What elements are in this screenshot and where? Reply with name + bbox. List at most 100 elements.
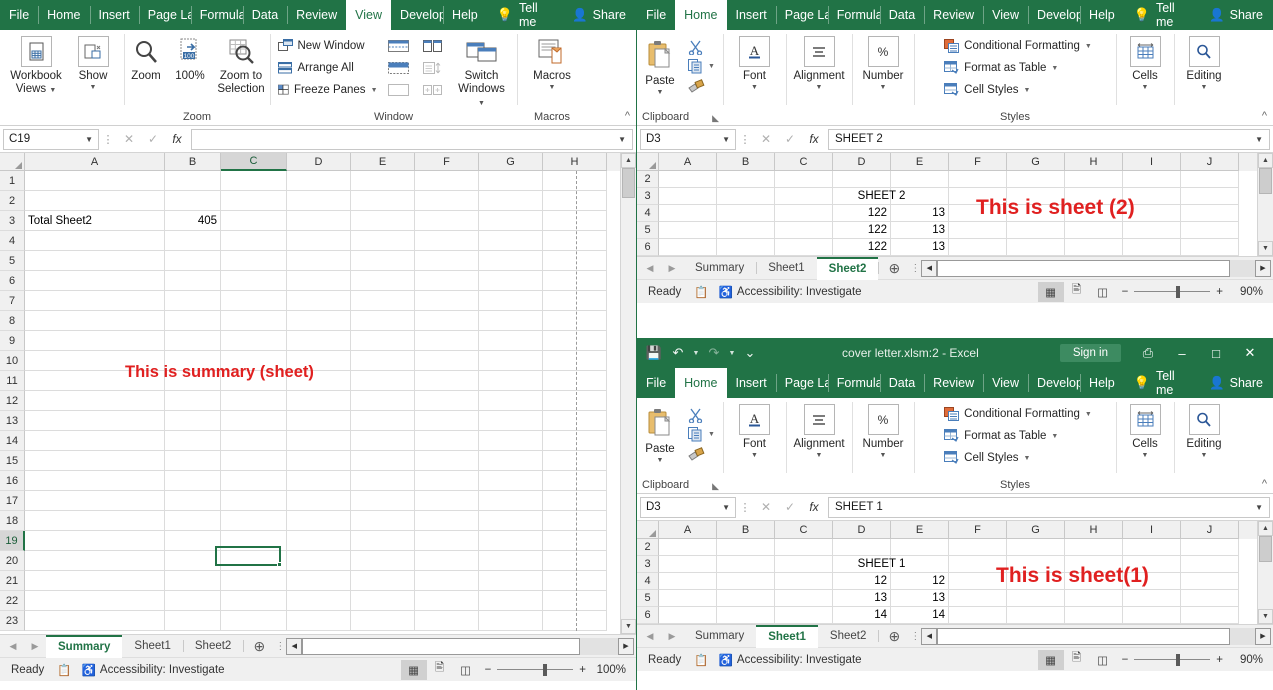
horizontal-scrollbar-mid[interactable]: ◀ ▶ bbox=[921, 259, 1271, 277]
row-header-14[interactable]: 14 bbox=[0, 431, 25, 451]
cell-F6[interactable] bbox=[949, 607, 1007, 624]
cell-A5[interactable] bbox=[25, 251, 165, 271]
cell-G19[interactable] bbox=[479, 531, 543, 551]
cell-C13[interactable] bbox=[221, 411, 287, 431]
cell-D2[interactable] bbox=[833, 539, 891, 556]
cell-D10[interactable] bbox=[287, 351, 351, 371]
conditional-formatting-button[interactable]: Conditional Formatting ▼ bbox=[940, 35, 1096, 57]
cells-bottom[interactable]: SHEET 1 12 12 13 13 14 14 This is sheet(1) bbox=[659, 539, 1258, 624]
cell-F21[interactable] bbox=[415, 571, 479, 591]
cell-J6[interactable] bbox=[1181, 607, 1239, 624]
cell-C6[interactable] bbox=[775, 607, 833, 624]
row-header-2[interactable]: 2 bbox=[637, 171, 659, 188]
cell-H15[interactable] bbox=[543, 451, 607, 471]
cell-E11[interactable] bbox=[351, 371, 415, 391]
tab-developer[interactable]: Develop bbox=[1028, 0, 1080, 30]
tab-page-layout[interactable]: Page Lay bbox=[775, 368, 828, 398]
cell-H2[interactable] bbox=[1065, 171, 1123, 188]
split-button[interactable] bbox=[382, 35, 416, 57]
cell-G4[interactable] bbox=[1007, 573, 1065, 590]
tab-page-layout[interactable]: Page Lay bbox=[775, 0, 828, 30]
zoom-in-button[interactable]: + bbox=[1216, 654, 1223, 666]
row-header-4[interactable]: 4 bbox=[637, 205, 659, 222]
redo-icon[interactable]: ↷ bbox=[703, 342, 725, 364]
cell-D9[interactable] bbox=[287, 331, 351, 351]
cell-B4[interactable] bbox=[165, 231, 221, 251]
cell-E9[interactable] bbox=[351, 331, 415, 351]
scroll-down-button[interactable]: ▼ bbox=[1258, 609, 1273, 624]
cell-I5[interactable] bbox=[1123, 590, 1181, 607]
cell-H3[interactable] bbox=[1065, 188, 1123, 205]
reset-window-position-button[interactable] bbox=[416, 79, 450, 101]
row-header-18[interactable]: 18 bbox=[0, 511, 25, 531]
row-header-15[interactable]: 15 bbox=[0, 451, 25, 471]
tab-home[interactable]: Home bbox=[675, 0, 727, 30]
cell-E6[interactable] bbox=[351, 271, 415, 291]
cell-F15[interactable] bbox=[415, 451, 479, 471]
tab-view[interactable]: View bbox=[983, 368, 1028, 398]
cell-A13[interactable] bbox=[25, 411, 165, 431]
cell-D2[interactable] bbox=[833, 171, 891, 188]
cell-F6[interactable] bbox=[415, 271, 479, 291]
prev-sheet-arrow[interactable]: ◀ bbox=[2, 641, 24, 652]
column-header-I[interactable]: I bbox=[1123, 521, 1181, 539]
cell-C3[interactable] bbox=[221, 211, 287, 231]
cell-H18[interactable] bbox=[543, 511, 607, 531]
cell-F5[interactable] bbox=[949, 590, 1007, 607]
cells-mid[interactable]: SHEET 2 122 13 122 13 122 13 This is sheet (2) bbox=[659, 171, 1258, 256]
select-all-corner[interactable] bbox=[0, 153, 25, 171]
cell-F9[interactable] bbox=[415, 331, 479, 351]
cell-B19[interactable] bbox=[165, 531, 221, 551]
number-button[interactable]: % Number ▼ bbox=[855, 401, 911, 460]
hscroll-left-button[interactable]: ◀ bbox=[286, 637, 303, 655]
cell-D4[interactable] bbox=[287, 231, 351, 251]
show-button[interactable]: Show ▼ bbox=[67, 33, 119, 92]
cell-A16[interactable] bbox=[25, 471, 165, 491]
cell-B9[interactable] bbox=[165, 331, 221, 351]
tab-insert[interactable]: Insert bbox=[727, 368, 776, 398]
cell-E19[interactable] bbox=[351, 531, 415, 551]
cell-G8[interactable] bbox=[479, 311, 543, 331]
sheet-tab-summary[interactable]: Summary bbox=[46, 634, 123, 658]
column-header-B[interactable]: B bbox=[717, 153, 775, 171]
cell-B5[interactable] bbox=[717, 222, 775, 239]
cell-B12[interactable] bbox=[165, 391, 221, 411]
cell-H2[interactable] bbox=[1065, 539, 1123, 556]
cell-G16[interactable] bbox=[479, 471, 543, 491]
cell-D20[interactable] bbox=[287, 551, 351, 571]
cell-E18[interactable] bbox=[351, 511, 415, 531]
column-header-H[interactable]: H bbox=[1065, 153, 1123, 171]
cell-F11[interactable] bbox=[415, 371, 479, 391]
cell-F6[interactable] bbox=[949, 239, 1007, 256]
cell-E12[interactable] bbox=[351, 391, 415, 411]
cell-B15[interactable] bbox=[165, 451, 221, 471]
cell-A4[interactable] bbox=[659, 205, 717, 222]
cell-G21[interactable] bbox=[479, 571, 543, 591]
zoom-100-button[interactable]: 100 100% bbox=[168, 33, 212, 83]
cell-E21[interactable] bbox=[351, 571, 415, 591]
column-header-A[interactable]: A bbox=[659, 521, 717, 539]
cell-C9[interactable] bbox=[221, 331, 287, 351]
cell-B13[interactable] bbox=[165, 411, 221, 431]
cell-G3[interactable] bbox=[1007, 188, 1065, 205]
sheet-tab-sheet1[interactable]: Sheet1 bbox=[122, 635, 182, 657]
cell-A19[interactable] bbox=[25, 531, 165, 551]
column-header-C[interactable]: C bbox=[775, 153, 833, 171]
cell-E5[interactable]: 13 bbox=[891, 222, 949, 239]
tab-developer[interactable]: Develop bbox=[1028, 368, 1080, 398]
cell-G9[interactable] bbox=[479, 331, 543, 351]
tab-formulas[interactable]: Formula bbox=[827, 368, 880, 398]
row-header-2[interactable]: 2 bbox=[0, 191, 25, 211]
cell-G2[interactable] bbox=[479, 191, 543, 211]
cell-D18[interactable] bbox=[287, 511, 351, 531]
cell-C2[interactable] bbox=[221, 191, 287, 211]
cell-C21[interactable] bbox=[221, 571, 287, 591]
cell-G4[interactable] bbox=[479, 231, 543, 251]
row-header-12[interactable]: 12 bbox=[0, 391, 25, 411]
cell-C17[interactable] bbox=[221, 491, 287, 511]
cell-A1[interactable] bbox=[25, 171, 165, 191]
cell-H3[interactable] bbox=[1065, 556, 1123, 573]
column-header-E[interactable]: E bbox=[351, 153, 415, 171]
cell-A17[interactable] bbox=[25, 491, 165, 511]
ribbon-display-options-icon[interactable]: ⎙ bbox=[1131, 345, 1165, 361]
